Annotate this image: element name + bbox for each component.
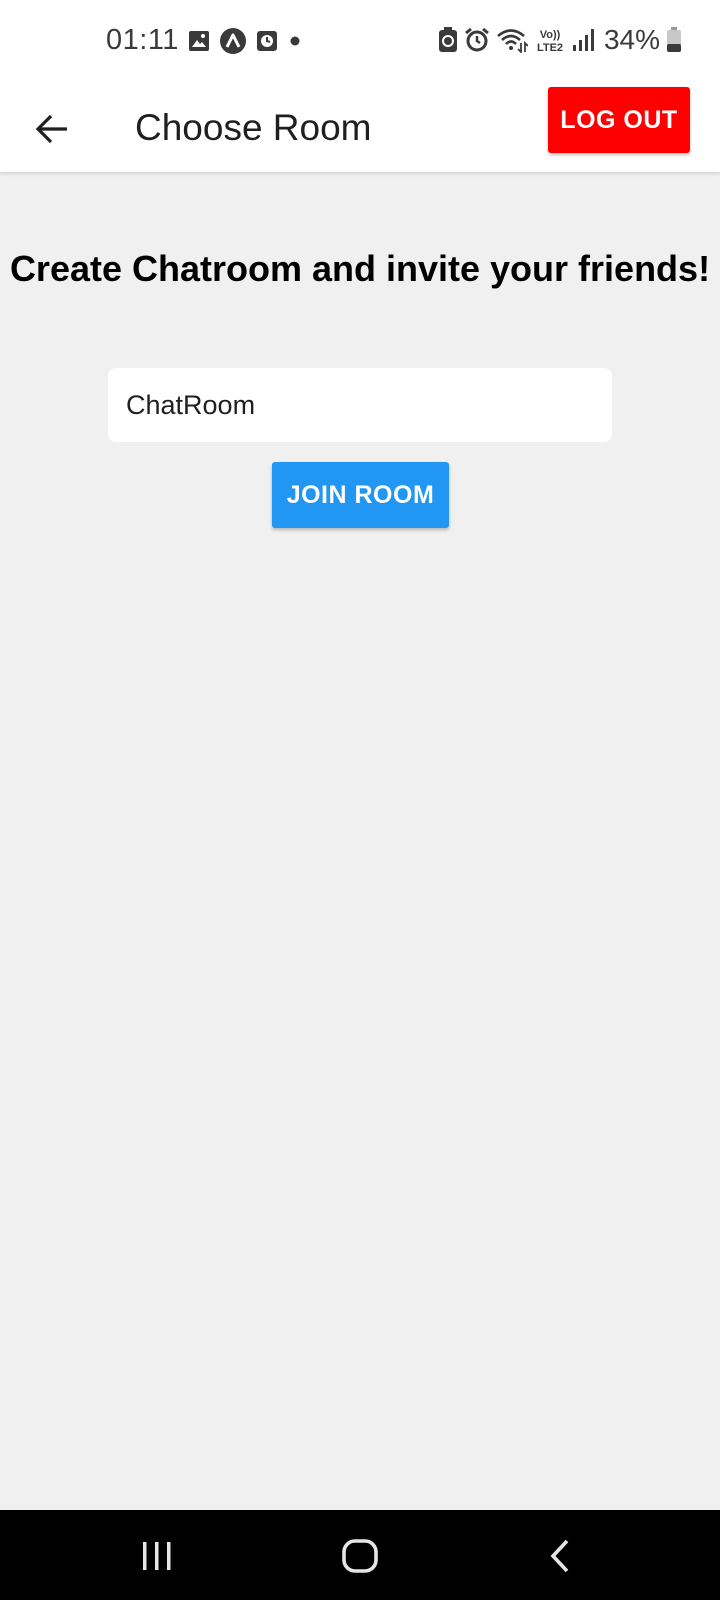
- navigation-bar: [0, 1510, 720, 1600]
- app-bar: Choose Room LOG OUT: [0, 86, 720, 172]
- image-icon: [188, 30, 210, 52]
- logout-button[interactable]: LOG OUT: [548, 87, 690, 153]
- arrow-left-icon: [35, 114, 69, 144]
- battery-percent: 34%: [603, 24, 660, 55]
- home-button[interactable]: [320, 1528, 400, 1584]
- page-title: Choose Room: [135, 107, 372, 148]
- status-time: 01:11: [106, 24, 179, 56]
- status-bar: 01:11 Vo)) LTE2 34%: [0, 0, 720, 86]
- alarm-icon: [464, 27, 490, 53]
- wifi-icon: [496, 27, 528, 53]
- clock-icon: [256, 30, 278, 52]
- room-name-input[interactable]: [108, 368, 612, 442]
- status-icons-right: Vo)) LTE2 34%: [438, 24, 682, 56]
- volte-icon: Vo)) LTE2: [534, 27, 566, 53]
- back-icon: [547, 1538, 573, 1574]
- battery-saver-icon: [438, 27, 458, 53]
- volte-label-bottom: LTE2: [537, 42, 563, 53]
- volte-label-top: Vo)): [540, 29, 561, 41]
- recents-button[interactable]: [117, 1528, 197, 1584]
- nav-back-button[interactable]: [520, 1528, 600, 1584]
- dot-icon: [288, 34, 302, 48]
- status-icons-left: [188, 28, 302, 54]
- join-room-button[interactable]: JOIN ROOM: [272, 462, 449, 528]
- home-icon: [341, 1538, 379, 1574]
- back-button[interactable]: [22, 99, 82, 159]
- recents-icon: [140, 1540, 174, 1572]
- signal-icon: [572, 28, 596, 52]
- headline: Create Chatroom and invite your friends!: [9, 248, 711, 289]
- app-icon: [220, 28, 246, 54]
- battery-icon: [666, 27, 682, 53]
